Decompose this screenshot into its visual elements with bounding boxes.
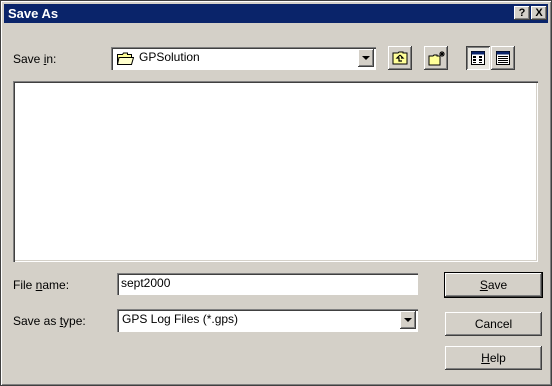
save-in-value: GPSolution — [139, 50, 200, 64]
up-one-level-button[interactable] — [388, 46, 412, 70]
save-as-dialog: Save As ? X Save in: GPSolution File nam… — [0, 0, 552, 386]
list-view-button[interactable] — [466, 46, 490, 70]
window-title: Save As — [8, 6, 59, 21]
details-view-icon — [496, 51, 510, 65]
file-name-value: sept2000 — [121, 276, 171, 290]
save-as-type-value: GPS Log Files (*.gps) — [122, 312, 239, 326]
list-view-icon — [471, 51, 485, 65]
up-one-level-icon — [392, 51, 408, 65]
chevron-down-icon[interactable] — [400, 311, 416, 329]
create-new-folder-button[interactable] — [424, 46, 448, 70]
cancel-button[interactable]: Cancel — [445, 312, 542, 336]
create-new-folder-icon — [428, 51, 445, 66]
details-view-button[interactable] — [491, 46, 515, 70]
help-button[interactable]: Help — [445, 346, 542, 370]
folder-icon — [117, 52, 134, 65]
help-title-button[interactable]: ? — [514, 6, 530, 20]
save-as-type-dropdown[interactable]: GPS Log Files (*.gps) — [117, 309, 418, 332]
file-name-label: File name: — [13, 278, 70, 292]
file-list[interactable] — [13, 81, 538, 262]
title-bar[interactable]: Save As ? X — [4, 4, 548, 23]
file-name-input[interactable]: sept2000 — [117, 273, 418, 295]
save-in-dropdown[interactable]: GPSolution — [111, 47, 376, 70]
chevron-down-icon[interactable] — [358, 49, 374, 67]
save-in-label: Save in: — [13, 52, 57, 66]
save-as-type-label: Save as type: — [13, 314, 86, 328]
save-button[interactable]: Save — [444, 272, 543, 298]
close-button[interactable]: X — [531, 6, 547, 20]
